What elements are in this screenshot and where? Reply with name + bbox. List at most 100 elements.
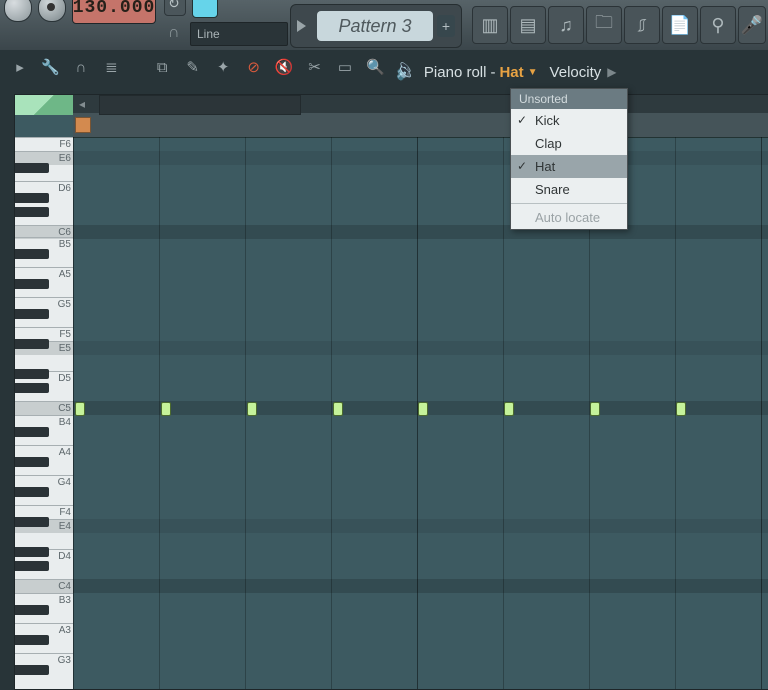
main-toolbar: 130.000 ∩ Line Pattern 3 + ▥ ▤ ♫ 🗀 ⎎ 📄 ⚲…: [0, 0, 768, 50]
swap-icon[interactable]: [164, 0, 186, 16]
dropdown-auto-locate[interactable]: Auto locate: [511, 206, 627, 229]
note-C5[interactable]: [504, 402, 514, 416]
dropdown-item-kick[interactable]: ✓ Kick: [511, 109, 627, 132]
grid-line: [331, 137, 332, 689]
note-C5[interactable]: [247, 402, 257, 416]
breadcrumb: 🔈 Piano roll - Hat ▼ Velocity ▶: [396, 58, 616, 86]
ruler[interactable]: [73, 113, 768, 138]
snap-mode-select[interactable]: Line: [190, 22, 288, 46]
pianoroll-button[interactable]: ♫: [548, 6, 584, 44]
black-key[interactable]: [15, 561, 49, 571]
black-key[interactable]: [15, 369, 49, 379]
note-C5[interactable]: [75, 402, 85, 416]
row-band: [73, 519, 768, 533]
note-C5[interactable]: [333, 402, 343, 416]
dropdown-separator: [511, 203, 627, 204]
pattern-name[interactable]: Pattern 3: [317, 11, 433, 41]
pattern-add-button[interactable]: +: [437, 15, 455, 37]
speaker-icon[interactable]: 🔈: [396, 62, 416, 82]
key-C4[interactable]: C4: [15, 579, 73, 593]
note-grid[interactable]: [73, 137, 768, 689]
row-band: [73, 151, 768, 165]
disable-icon[interactable]: ⊘: [244, 58, 264, 78]
dropdown-item-label: Auto locate: [535, 210, 600, 225]
key-F6[interactable]: F6: [15, 137, 73, 151]
black-key[interactable]: [15, 605, 49, 615]
black-key[interactable]: [15, 193, 49, 203]
wand-icon[interactable]: ✦: [213, 58, 233, 78]
note-C5[interactable]: [676, 402, 686, 416]
black-key[interactable]: [15, 249, 49, 259]
pattern-play-icon[interactable]: [297, 20, 306, 32]
dropdown-item-hat[interactable]: ✓ Hat: [511, 155, 627, 178]
dropdown-header: Unsorted: [511, 89, 627, 109]
mute-icon[interactable]: 🔇: [274, 58, 294, 78]
dropdown-item-label: Kick: [535, 113, 560, 128]
brush-icon[interactable]: ✎: [183, 58, 203, 78]
browser-button[interactable]: 🗀: [586, 6, 622, 44]
row-band: [73, 341, 768, 355]
stepseq-button[interactable]: ▤: [510, 6, 546, 44]
select-icon[interactable]: ▭: [335, 58, 355, 78]
breadcrumb-channel[interactable]: Hat: [499, 64, 523, 81]
row-band: [73, 579, 768, 593]
check-icon: ✓: [517, 113, 527, 127]
cut-icon[interactable]: ✂: [305, 58, 325, 78]
note-C5[interactable]: [590, 402, 600, 416]
tools-icon[interactable]: 🔧: [40, 58, 60, 78]
dropdown-item-label: Hat: [535, 159, 555, 174]
snap-button[interactable]: [192, 0, 218, 18]
black-key[interactable]: [15, 279, 49, 289]
grid-line: [761, 137, 762, 689]
channel-dropdown: Unsorted ✓ Kick Clap ✓ Hat Snare Auto locate: [510, 88, 628, 230]
mixer-button[interactable]: ⎎: [624, 6, 660, 44]
check-icon: ✓: [517, 159, 527, 173]
black-key[interactable]: [15, 665, 49, 675]
record-button[interactable]: [38, 0, 66, 22]
scroll-left-icon[interactable]: ◂: [79, 97, 85, 111]
black-key[interactable]: [15, 339, 49, 349]
black-key[interactable]: [15, 517, 49, 527]
grid-line: [159, 137, 160, 689]
row-band: [73, 225, 768, 239]
black-key[interactable]: [15, 547, 49, 557]
corner-tools: [15, 95, 73, 137]
note-C5[interactable]: [418, 402, 428, 416]
stamp-icon[interactable]: ⧉: [152, 58, 172, 78]
grid-line: [73, 137, 74, 689]
note-C5[interactable]: [161, 402, 171, 416]
black-key[interactable]: [15, 309, 49, 319]
breadcrumb-target[interactable]: Velocity: [550, 64, 602, 81]
black-key[interactable]: [15, 635, 49, 645]
dropdown-item-label: Snare: [535, 182, 570, 197]
dropdown-item-label: Clap: [535, 136, 562, 151]
view-icon[interactable]: ≣: [101, 58, 121, 78]
dropdown-item-clap[interactable]: Clap: [511, 132, 627, 155]
black-key[interactable]: [15, 207, 49, 217]
chevron-down-icon[interactable]: ▼: [528, 67, 538, 78]
piano-roll: ◂ F6E6D6C6B5A5G5F5E5D5C5B4A4G4F4E4D4C4B3…: [14, 94, 768, 690]
piano-keys[interactable]: F6E6D6C6B5A5G5F5E5D5C5B4A4G4F4E4D4C4B3A3…: [15, 137, 73, 689]
corner-gradient[interactable]: [15, 95, 73, 115]
black-key[interactable]: [15, 383, 49, 393]
playlist-button[interactable]: ▥: [472, 6, 508, 44]
black-key[interactable]: [15, 487, 49, 497]
bpm-display[interactable]: 130.000: [72, 0, 156, 24]
h-scroll[interactable]: [99, 95, 301, 115]
clipboard-button[interactable]: 📄: [662, 6, 698, 44]
magnet-icon: ∩: [168, 24, 188, 44]
plugin-button[interactable]: ⚲: [700, 6, 736, 44]
play-icon[interactable]: ▸: [10, 58, 30, 78]
mic-button[interactable]: 🎤: [738, 6, 766, 44]
snap-icon[interactable]: ∩: [71, 58, 91, 78]
black-key[interactable]: [15, 163, 49, 173]
chevron-right-icon[interactable]: ▶: [607, 65, 616, 79]
key-C5[interactable]: C5: [15, 401, 73, 415]
dropdown-item-snare[interactable]: Snare: [511, 178, 627, 201]
black-key[interactable]: [15, 457, 49, 467]
zoom-icon[interactable]: 🔍: [365, 58, 385, 78]
breadcrumb-sep: -: [490, 64, 495, 81]
play-button[interactable]: [4, 0, 32, 22]
black-key[interactable]: [15, 427, 49, 437]
note-preview[interactable]: [75, 117, 91, 133]
